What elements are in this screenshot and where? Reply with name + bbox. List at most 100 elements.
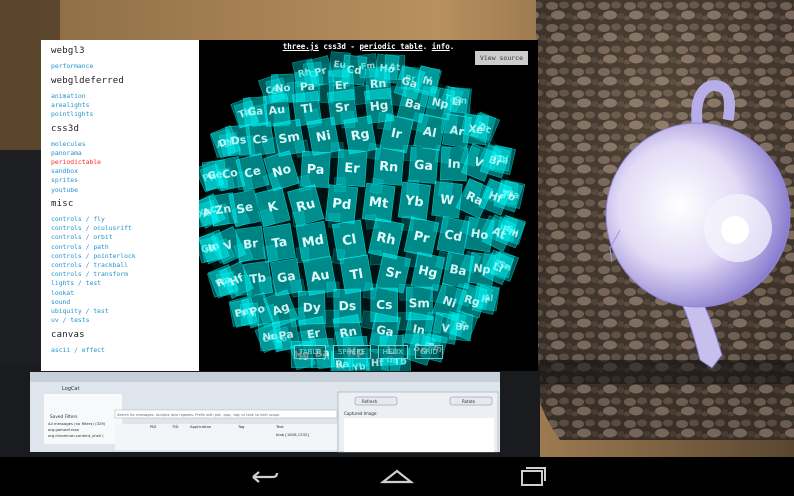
saved-filters-label: Saved Filters [50, 414, 78, 420]
element-tile[interactable]: Au [302, 256, 337, 296]
sidebar-link-controls-oculusrift[interactable]: controls / oculusrift [51, 225, 199, 232]
sidebar-link-molecules[interactable]: molecules [51, 140, 199, 148]
element-symbol: Pd [331, 196, 352, 213]
grid-button[interactable]: GRID [415, 345, 443, 359]
helix-button[interactable]: HELIX [377, 345, 409, 359]
element-tile[interactable]: Cs [245, 121, 276, 157]
element-symbol: In [412, 322, 427, 337]
element-symbol: Ds [230, 133, 246, 147]
sidebar-link-controls-orbit[interactable]: controls / orbit [51, 234, 199, 241]
home-icon [379, 469, 415, 484]
element-tile[interactable]: Ar [441, 113, 472, 149]
element-tile[interactable]: Ga [408, 146, 439, 184]
element-tile[interactable]: Rn [372, 147, 405, 186]
back-arrow-icon [252, 471, 279, 483]
webgl-viewport[interactable]: Pm Br Co Tl Fm Yb Tm Au Cl Co Ar Ti Ga Rb Rn Tm Fm Hf Md Zn… [199, 40, 538, 371]
info-end-text: . [449, 42, 455, 51]
sidebar-link-sound[interactable]: sound [51, 299, 199, 306]
sidebar-heading: canvas [51, 329, 85, 340]
sidebar-link-sprites[interactable]: sprites [51, 177, 199, 184]
sidebar-link-controls-fly[interactable]: controls / fly [51, 216, 199, 223]
back-button[interactable] [243, 465, 283, 489]
element-tile[interactable]: Ta [262, 223, 296, 263]
element-tile[interactable]: Cl [331, 219, 367, 261]
sidebar-link-lights-test[interactable]: lights / test [51, 280, 199, 287]
sidebar-heading: css3d [51, 123, 80, 134]
periodic-sphere[interactable]: PmBrCoTlFmYbTmAuClCoArTiGaRbRnTmFmHfMdZn… [199, 40, 538, 371]
logcat-col-pid: PID [150, 424, 156, 429]
element-symbol: Ho [470, 226, 490, 242]
periodic-table-link[interactable]: periodic table [359, 42, 422, 51]
info-sep-text: . [422, 42, 432, 51]
sidebar-link-periodictable[interactable]: periodictable [51, 159, 199, 166]
sidebar-link-controls-path[interactable]: controls / path [51, 244, 199, 251]
element-tile[interactable]: Ga [269, 257, 303, 297]
element-symbol: Tb [249, 270, 267, 286]
element-tile[interactable]: Rg [343, 115, 377, 155]
sphere-button[interactable]: SPHERE [332, 345, 371, 359]
element-tile[interactable]: Cs [370, 287, 399, 322]
element-symbol: Tl [300, 101, 314, 117]
sidebar-link-sandbox[interactable]: sandbox [51, 168, 199, 175]
home-button[interactable] [377, 465, 417, 489]
sidebar-link-performance[interactable]: performance [51, 63, 199, 70]
element-tile[interactable]: Pd [325, 184, 359, 224]
element-symbol: No [275, 83, 291, 95]
view-source-button[interactable]: View source [474, 51, 528, 65]
rotate-label: Rotate [462, 399, 476, 404]
element-symbol: Cs [252, 131, 269, 147]
element-tile[interactable]: Tb [242, 260, 273, 297]
element-symbol: Ar [449, 123, 466, 138]
sidebar-link-panorama[interactable]: panorama [51, 150, 199, 157]
info-link[interactable]: info [432, 42, 450, 51]
sidebar-link-youtube[interactable]: youtube [51, 186, 199, 194]
sidebar-link-pointlights[interactable]: pointlights [51, 111, 199, 118]
element-tile[interactable]: Sm [405, 286, 433, 321]
sidebar-link-controls-transform[interactable]: controls / transform [51, 271, 199, 278]
element-symbol: Yb [403, 193, 424, 210]
layout-menu: TABLE SPHERE HELIX GRID [199, 339, 538, 359]
examples-sidebar: webgl3 performance webgldeferred animation a… [41, 40, 199, 371]
browser-overlay: webgl3 performance webgldeferred animation a… [41, 40, 538, 371]
sidebar-link-arealights[interactable]: arealights [51, 102, 199, 109]
threejs-link[interactable]: three.js [283, 42, 319, 51]
sidebar-section-misc: misc controls / fly controls / oculusrift c… [41, 199, 199, 324]
sidebar-link-ubiquity-test[interactable]: ubiquity / test [51, 308, 199, 315]
element-symbol: Zn [214, 202, 232, 217]
element-tile[interactable]: Ba [442, 251, 475, 289]
sidebar-link-controls-trackball[interactable]: controls / trackball [51, 262, 199, 269]
element-symbol: Np [472, 261, 491, 276]
logcat-col-tid: TID [171, 424, 178, 429]
element-tile[interactable]: Mt [361, 182, 396, 223]
element-symbol: Pa [299, 80, 315, 94]
element-tile[interactable]: Yb [397, 181, 431, 221]
element-tile[interactable]: Md [295, 220, 331, 262]
sidebar-section-webgldeferred: webgldeferred animation arealights pointlig… [41, 76, 199, 118]
element-tile[interactable]: Dy [297, 290, 326, 325]
element-symbol: Cl [341, 232, 357, 249]
element-tile[interactable]: Tl [339, 254, 374, 295]
element-symbol: Ta [271, 234, 289, 251]
element-tile[interactable]: Pa [300, 150, 331, 188]
element-symbol: Cs [376, 298, 392, 312]
element-tile[interactable]: Ni [306, 116, 341, 156]
element-symbol: Ga [247, 105, 263, 118]
element-tile[interactable]: Er [336, 149, 368, 187]
element-tile[interactable]: W [431, 181, 463, 219]
element-symbol: Tl [349, 267, 364, 284]
recent-apps-button[interactable] [512, 465, 552, 489]
sidebar-link-uv-tests[interactable]: uv / tests [51, 317, 199, 324]
filter-item-3: org.chromium.content_shell ( [48, 433, 104, 438]
element-tile[interactable]: In [439, 146, 469, 182]
element-symbol: Au [268, 103, 286, 118]
sidebar-link-lookat[interactable]: lookat [51, 289, 199, 297]
element-symbol: Rn [379, 159, 399, 176]
element-tile[interactable]: Br [235, 225, 266, 263]
logcat-col-text: Text [275, 424, 284, 429]
element-symbol: Ga [414, 157, 434, 173]
table-button[interactable]: TABLE [294, 345, 326, 359]
sidebar-link-controls-pointerlock[interactable]: controls / pointerlock [51, 253, 199, 260]
sidebar-link-ascii-effect[interactable]: ascii / effect [51, 347, 199, 354]
element-tile[interactable]: Ds [333, 288, 362, 324]
sidebar-link-animation[interactable]: animation [51, 92, 199, 100]
